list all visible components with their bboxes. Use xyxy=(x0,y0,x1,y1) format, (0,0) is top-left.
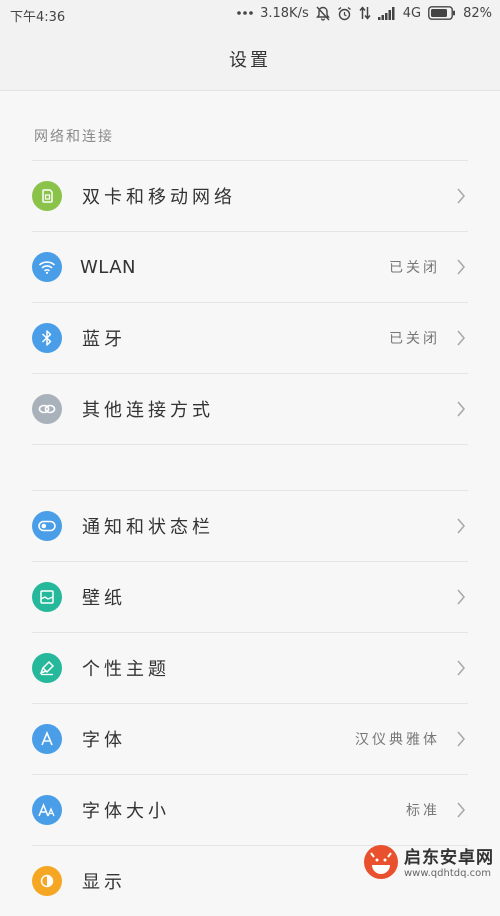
status-bar: 下午4:36 3.18K/s 4G 82% xyxy=(0,0,500,28)
watermark: 启东安卓网 www.qdhtdq.com xyxy=(362,843,494,885)
chevron-right-icon xyxy=(454,258,468,276)
settings-row-wallpaper[interactable]: 壁纸 xyxy=(32,562,468,632)
title-bar: 设置 xyxy=(0,28,500,91)
font-size-icon xyxy=(32,795,62,825)
chevron-right-icon xyxy=(454,730,468,748)
link-icon xyxy=(32,394,62,424)
settings-row-value: 已关闭 xyxy=(389,260,440,276)
watermark-name: 启东安卓网 xyxy=(404,848,494,869)
section-header-network: 网络和连接 xyxy=(34,129,114,145)
sim-card-icon xyxy=(32,181,62,211)
settings-row-label: 蓝牙 xyxy=(82,329,126,350)
watermark-logo-icon xyxy=(362,843,400,885)
settings-row-value: 标准 xyxy=(406,803,440,819)
alarm-icon xyxy=(337,5,352,21)
status-time: 下午4:36 xyxy=(10,10,66,25)
chevron-right-icon xyxy=(454,187,468,205)
divider xyxy=(32,444,468,445)
settings-row-value: 汉仪典雅体 xyxy=(355,732,440,748)
settings-row-label: 其他连接方式 xyxy=(82,400,214,421)
settings-row-themes[interactable]: 个性主题 xyxy=(32,633,468,703)
chevron-right-icon xyxy=(454,329,468,347)
settings-row-label: WLAN xyxy=(80,256,137,278)
settings-row-label: 字体 xyxy=(82,730,126,751)
chevron-right-icon xyxy=(454,588,468,606)
data-arrows-icon xyxy=(359,5,371,21)
settings-row-value: 已关闭 xyxy=(389,331,440,347)
settings-row-label: 壁纸 xyxy=(82,588,126,609)
settings-row-font[interactable]: 字体 汉仪典雅体 xyxy=(32,704,468,774)
font-a-icon xyxy=(32,724,62,754)
wallpaper-icon xyxy=(32,582,62,612)
mute-bell-icon xyxy=(315,5,330,21)
signal-icon xyxy=(377,5,396,21)
chevron-right-icon xyxy=(454,801,468,819)
battery-icon xyxy=(428,5,456,21)
display-icon xyxy=(32,866,62,896)
wifi-icon xyxy=(32,252,62,282)
network-type: 4G xyxy=(402,5,422,21)
chevron-right-icon xyxy=(454,517,468,535)
chevron-right-icon xyxy=(454,659,468,677)
settings-row-notifications[interactable]: 通知和状态栏 xyxy=(32,491,468,561)
settings-row-label: 通知和状态栏 xyxy=(82,517,214,538)
network-speed: 3.18K/s xyxy=(260,5,309,21)
watermark-url: www.qdhtdq.com xyxy=(404,867,491,879)
settings-row-wlan[interactable]: WLAN 已关闭 xyxy=(32,232,468,302)
settings-row-other-connections[interactable]: 其他连接方式 xyxy=(32,374,468,444)
settings-row-font-size[interactable]: 字体大小 标准 xyxy=(32,775,468,845)
battery-percent: 82% xyxy=(463,5,492,21)
page-title: 设置 xyxy=(229,50,271,71)
settings-row-label: 个性主题 xyxy=(82,659,170,680)
chevron-right-icon xyxy=(454,400,468,418)
brush-icon xyxy=(32,653,62,683)
settings-row-label: 字体大小 xyxy=(82,801,170,822)
settings-row-bluetooth[interactable]: 蓝牙 已关闭 xyxy=(32,303,468,373)
settings-row-dual-sim[interactable]: 双卡和移动网络 xyxy=(32,161,468,231)
settings-row-label: 双卡和移动网络 xyxy=(82,187,236,208)
bluetooth-icon xyxy=(32,323,62,353)
more-dots-icon xyxy=(237,5,253,21)
toggle-icon xyxy=(32,511,62,541)
